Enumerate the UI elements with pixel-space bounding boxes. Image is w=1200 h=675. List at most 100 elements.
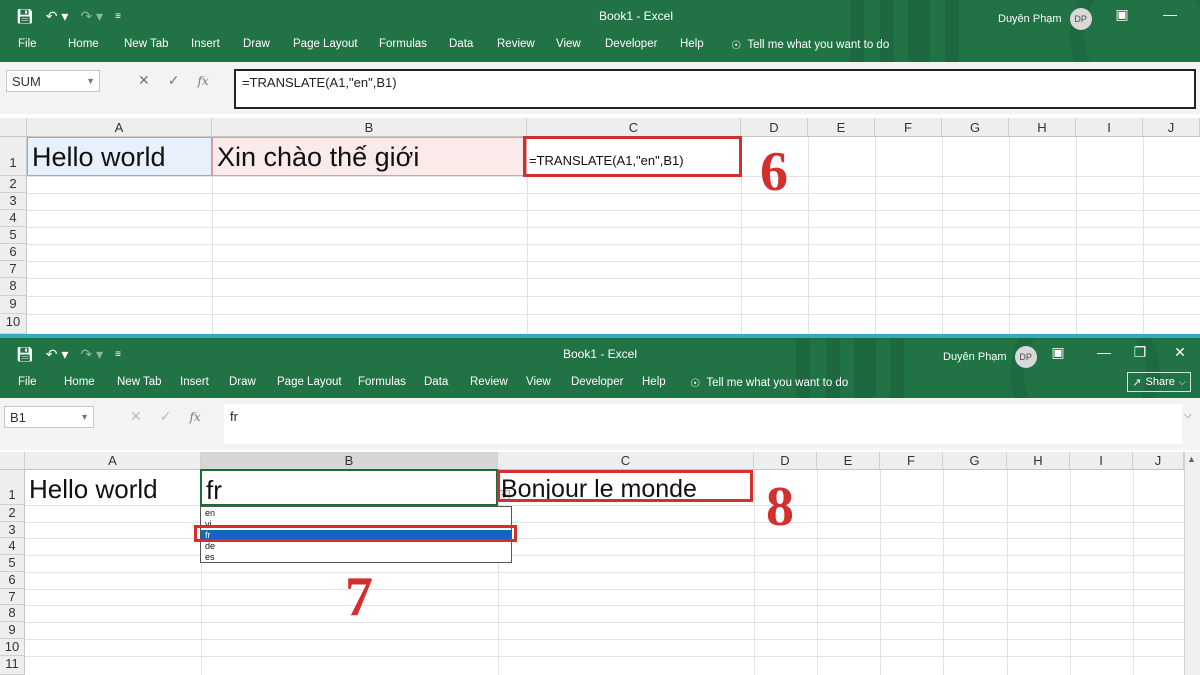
cell-b1[interactable]: fr ▼	[200, 469, 510, 506]
column-header-g[interactable]: G	[943, 452, 1007, 469]
column-header-c[interactable]: C	[527, 118, 741, 136]
dropdown-option-en[interactable]: en	[201, 508, 511, 519]
row-header-1[interactable]: 1	[0, 470, 25, 505]
share-button[interactable]: ↗ Share ⌵	[1127, 372, 1191, 392]
row-header-3[interactable]: 3	[0, 522, 25, 538]
column-header-a[interactable]: A	[27, 118, 212, 136]
column-header-h[interactable]: H	[1009, 118, 1076, 136]
tab-home[interactable]: Home	[68, 38, 99, 50]
formula-input[interactable]: fr	[224, 404, 1182, 444]
select-all-corner[interactable]	[0, 452, 25, 469]
tab-data[interactable]: Data	[449, 38, 473, 50]
close-icon[interactable]: ✕	[1170, 344, 1190, 361]
dropdown-option-es[interactable]: es	[201, 552, 511, 563]
minimize-icon[interactable]: —	[1094, 344, 1114, 360]
enter-icon[interactable]: ✓	[160, 408, 172, 425]
column-header-i[interactable]: I	[1076, 118, 1143, 136]
tab-new-tab[interactable]: New Tab	[117, 376, 162, 388]
row-header-5[interactable]: 5	[0, 555, 25, 572]
cancel-icon[interactable]: ✕	[130, 408, 142, 425]
tab-review[interactable]: Review	[497, 38, 535, 50]
tab-view[interactable]: View	[556, 38, 581, 50]
tab-formulas[interactable]: Formulas	[379, 38, 427, 50]
vertical-scrollbar[interactable]: ▲	[1184, 452, 1200, 675]
scroll-up-icon[interactable]: ▲	[1187, 454, 1196, 464]
cell-a1[interactable]: Hello world	[27, 137, 212, 176]
column-header-e[interactable]: E	[808, 118, 875, 136]
tab-developer[interactable]: Developer	[605, 38, 657, 50]
row-header-4[interactable]: 4	[0, 538, 25, 555]
enter-icon[interactable]: ✓	[168, 72, 180, 89]
column-header-j[interactable]: J	[1133, 452, 1184, 469]
ribbon-display-options-icon[interactable]: ▣	[1112, 6, 1132, 23]
undo-icon[interactable]: ↶ ▾	[46, 346, 69, 363]
row-header-7[interactable]: 7	[0, 589, 25, 605]
insert-function-icon[interactable]: fx	[197, 74, 208, 88]
row-header-10[interactable]: 10	[0, 639, 25, 656]
column-header-d[interactable]: D	[754, 452, 817, 469]
row-header-8[interactable]: 8	[0, 278, 27, 296]
save-icon[interactable]: 💾︎	[16, 346, 34, 363]
row-header-2[interactable]: 2	[0, 176, 27, 193]
tab-help[interactable]: Help	[680, 38, 704, 50]
column-header-j[interactable]: J	[1143, 118, 1200, 136]
insert-function-icon[interactable]: fx	[189, 410, 200, 424]
cell-a1[interactable]: Hello world	[25, 470, 201, 505]
column-header-h[interactable]: H	[1007, 452, 1070, 469]
column-header-f[interactable]: F	[880, 452, 943, 469]
tab-page-layout[interactable]: Page Layout	[277, 376, 342, 388]
tab-view[interactable]: View	[526, 376, 551, 388]
cancel-icon[interactable]: ✕	[138, 72, 150, 89]
tab-developer[interactable]: Developer	[571, 376, 623, 388]
row-header-4[interactable]: 4	[0, 210, 27, 227]
column-header-b[interactable]: B	[201, 452, 498, 469]
column-header-d[interactable]: D	[741, 118, 808, 136]
row-header-9[interactable]: 9	[0, 622, 25, 639]
column-header-i[interactable]: I	[1070, 452, 1133, 469]
name-box[interactable]: B1 ▼	[4, 406, 94, 428]
name-box[interactable]: SUM ▼	[6, 70, 100, 92]
tab-formulas[interactable]: Formulas	[358, 376, 406, 388]
column-header-g[interactable]: G	[942, 118, 1009, 136]
tab-review[interactable]: Review	[470, 376, 508, 388]
tab-file[interactable]: File	[18, 376, 37, 388]
dropdown-option-de[interactable]: de	[201, 541, 511, 552]
save-icon[interactable]: 💾︎	[16, 8, 34, 25]
tab-insert[interactable]: Insert	[191, 38, 220, 50]
tab-help[interactable]: Help	[642, 376, 666, 388]
undo-icon[interactable]: ↶ ▾	[46, 8, 69, 25]
row-header-6[interactable]: 6	[0, 244, 27, 261]
tell-me-search[interactable]: ☉ Tell me what you want to do	[690, 376, 848, 390]
row-header-5[interactable]: 5	[0, 227, 27, 244]
minimize-icon[interactable]: —	[1160, 6, 1180, 22]
ribbon-display-options-icon[interactable]: ▣	[1048, 344, 1068, 361]
formula-input[interactable]: =TRANSLATE(A1,"en",B1)	[234, 69, 1196, 109]
tab-page-layout[interactable]: Page Layout	[293, 38, 358, 50]
customize-qat-icon[interactable]: ≡	[115, 11, 121, 22]
row-header-10[interactable]: 10	[0, 314, 27, 334]
user-account[interactable]: Duyên Phạm DP	[998, 8, 1092, 30]
column-header-e[interactable]: E	[817, 452, 880, 469]
row-header-3[interactable]: 3	[0, 193, 27, 210]
tab-file[interactable]: File	[18, 38, 37, 50]
chevron-down-icon[interactable]: ▼	[86, 76, 95, 86]
cell-b1[interactable]: Xin chào thế giới	[212, 137, 527, 176]
chevron-down-icon[interactable]: ▼	[80, 412, 89, 422]
column-header-c[interactable]: C	[498, 452, 754, 469]
redo-icon[interactable]: ↷ ▾	[80, 8, 103, 25]
select-all-corner[interactable]	[0, 118, 27, 136]
row-header-6[interactable]: 6	[0, 572, 25, 589]
tab-new-tab[interactable]: New Tab	[124, 38, 169, 50]
column-header-a[interactable]: A	[25, 452, 201, 469]
row-header-1[interactable]: 1	[0, 137, 27, 176]
tab-home[interactable]: Home	[64, 376, 95, 388]
user-account[interactable]: Duyên Phạm DP	[943, 346, 1037, 368]
tab-draw[interactable]: Draw	[229, 376, 256, 388]
customize-qat-icon[interactable]: ≡	[115, 349, 121, 360]
row-header-11[interactable]: 11	[0, 656, 25, 675]
column-header-f[interactable]: F	[875, 118, 942, 136]
tab-draw[interactable]: Draw	[243, 38, 270, 50]
tab-data[interactable]: Data	[424, 376, 448, 388]
row-header-7[interactable]: 7	[0, 261, 27, 278]
column-header-b[interactable]: B	[212, 118, 527, 136]
